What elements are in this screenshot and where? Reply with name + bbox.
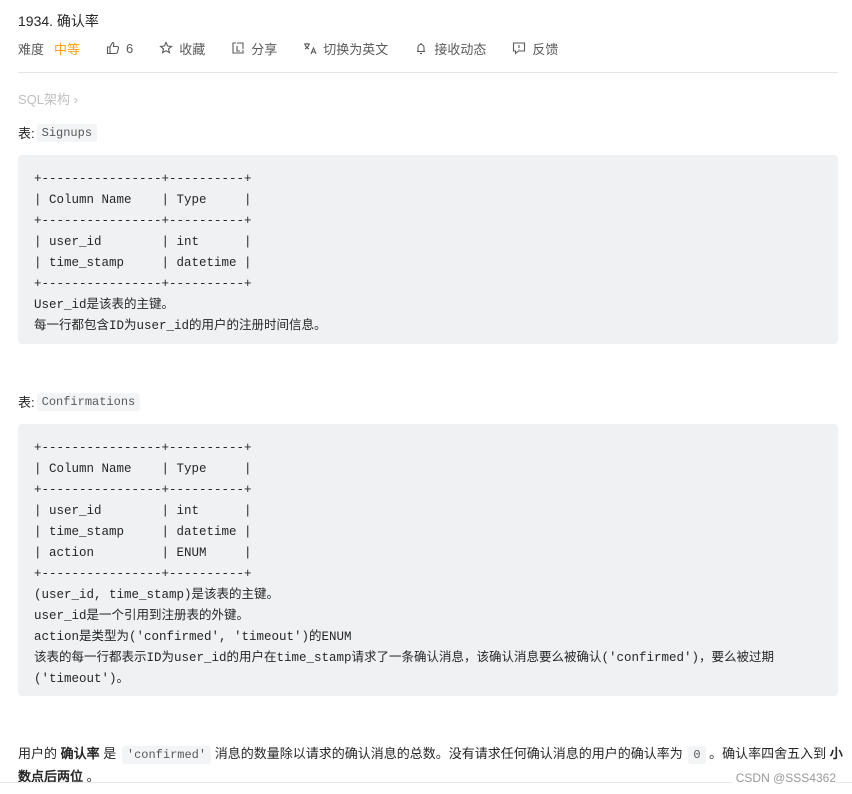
schema-line: +----------------+----------+ <box>34 172 252 186</box>
desc-bold-term: 确认率 <box>60 746 100 761</box>
schema-line: | Column Name | Type | <box>34 462 252 476</box>
schema-line: | user_id | int | <box>34 235 252 249</box>
signups-schema-block: +----------------+----------+ | Column Na… <box>18 155 838 344</box>
schema-line: | time_stamp | datetime | <box>34 525 252 539</box>
schema-line: | Column Name | Type | <box>34 193 252 207</box>
schema-note: 每一行都包含ID为user_id的用户的注册时间信息。 <box>34 319 327 333</box>
difficulty-badge: 中等 <box>54 41 81 57</box>
schema-note: action是类型为('confirmed', 'timeout')的ENUM <box>34 630 352 644</box>
translate-icon <box>303 41 317 55</box>
star-icon <box>159 41 173 55</box>
schema-note: user_id是一个引用到注册表的外键。 <box>34 609 250 623</box>
share-icon <box>231 41 245 55</box>
footer-divider <box>0 782 852 783</box>
desc-text: 是 <box>99 746 120 761</box>
switch-language-label: 切换为英文 <box>323 41 389 57</box>
thumbs-up-icon <box>106 41 120 55</box>
feedback-label: 反馈 <box>532 41 559 57</box>
schema-note: User_id是该表的主键。 <box>34 298 175 312</box>
table-label-prefix: 表: <box>18 126 35 141</box>
problem-title: 1934. 确认率 <box>18 13 99 29</box>
bell-icon <box>414 41 428 55</box>
table-name-signups: Signups <box>36 123 98 142</box>
desc-inline-code: 0 <box>688 746 706 764</box>
schema-line: +----------------+----------+ <box>34 214 252 228</box>
table-label-prefix: 表: <box>18 395 35 410</box>
schema-note: (user_id, time_stamp)是该表的主键。 <box>34 588 280 602</box>
header-divider <box>18 72 838 73</box>
switch-language-button[interactable]: 切换为英文 <box>303 39 388 58</box>
schema-line: | time_stamp | datetime | <box>34 256 252 270</box>
difficulty-label: 难度 <box>18 41 45 57</box>
desc-inline-code: 'confirmed' <box>121 746 212 764</box>
like-count: 6 <box>126 40 134 56</box>
share-label: 分享 <box>251 41 278 57</box>
problem-meta-bar: 难度 中等 6 收藏 分享 切换为英文 接收动态 反馈 <box>18 39 584 57</box>
desc-text: 。确认率四舍五入到 <box>705 746 830 761</box>
breadcrumb-sql-schema[interactable]: SQL架构 › <box>18 89 78 108</box>
schema-line: +----------------+----------+ <box>34 441 252 455</box>
feedback-button[interactable]: 反馈 <box>512 39 558 58</box>
desc-text: 用户的 <box>18 746 61 761</box>
schema-note: 该表的每一行都表示ID为user_id的用户在time_stamp请求了一条确认… <box>34 651 775 686</box>
share-button[interactable]: 分享 <box>231 39 277 58</box>
favorite-label: 收藏 <box>179 41 206 57</box>
confirmations-schema-block: +----------------+----------+ | Column Na… <box>18 424 838 696</box>
subscribe-label: 接收动态 <box>434 41 487 57</box>
schema-line: +----------------+----------+ <box>34 277 252 291</box>
table-name-confirmations: Confirmations <box>36 392 141 411</box>
subscribe-button[interactable]: 接收动态 <box>414 39 486 58</box>
confirmation-rate-description: 用户的 确认率 是 'confirmed' 消息的数量除以请求的确认消息的总数。… <box>18 743 843 787</box>
desc-text: 消息的数量除以请求的确认消息的总数。没有请求任何确认消息的用户的确认率为 <box>211 746 687 761</box>
table-label-confirmations: 表: Confirmations <box>18 392 141 411</box>
like-button[interactable]: 6 <box>106 41 133 56</box>
csdn-watermark: CSDN @SSS4362 <box>731 771 836 785</box>
schema-line: +----------------+----------+ <box>34 567 252 581</box>
schema-line: | user_id | int | <box>34 504 252 518</box>
table-label-signups: 表: Signups <box>18 123 98 142</box>
favorite-button[interactable]: 收藏 <box>159 39 205 58</box>
schema-line: | action | ENUM | <box>34 546 252 560</box>
feedback-icon <box>512 41 526 55</box>
schema-line: +----------------+----------+ <box>34 483 252 497</box>
